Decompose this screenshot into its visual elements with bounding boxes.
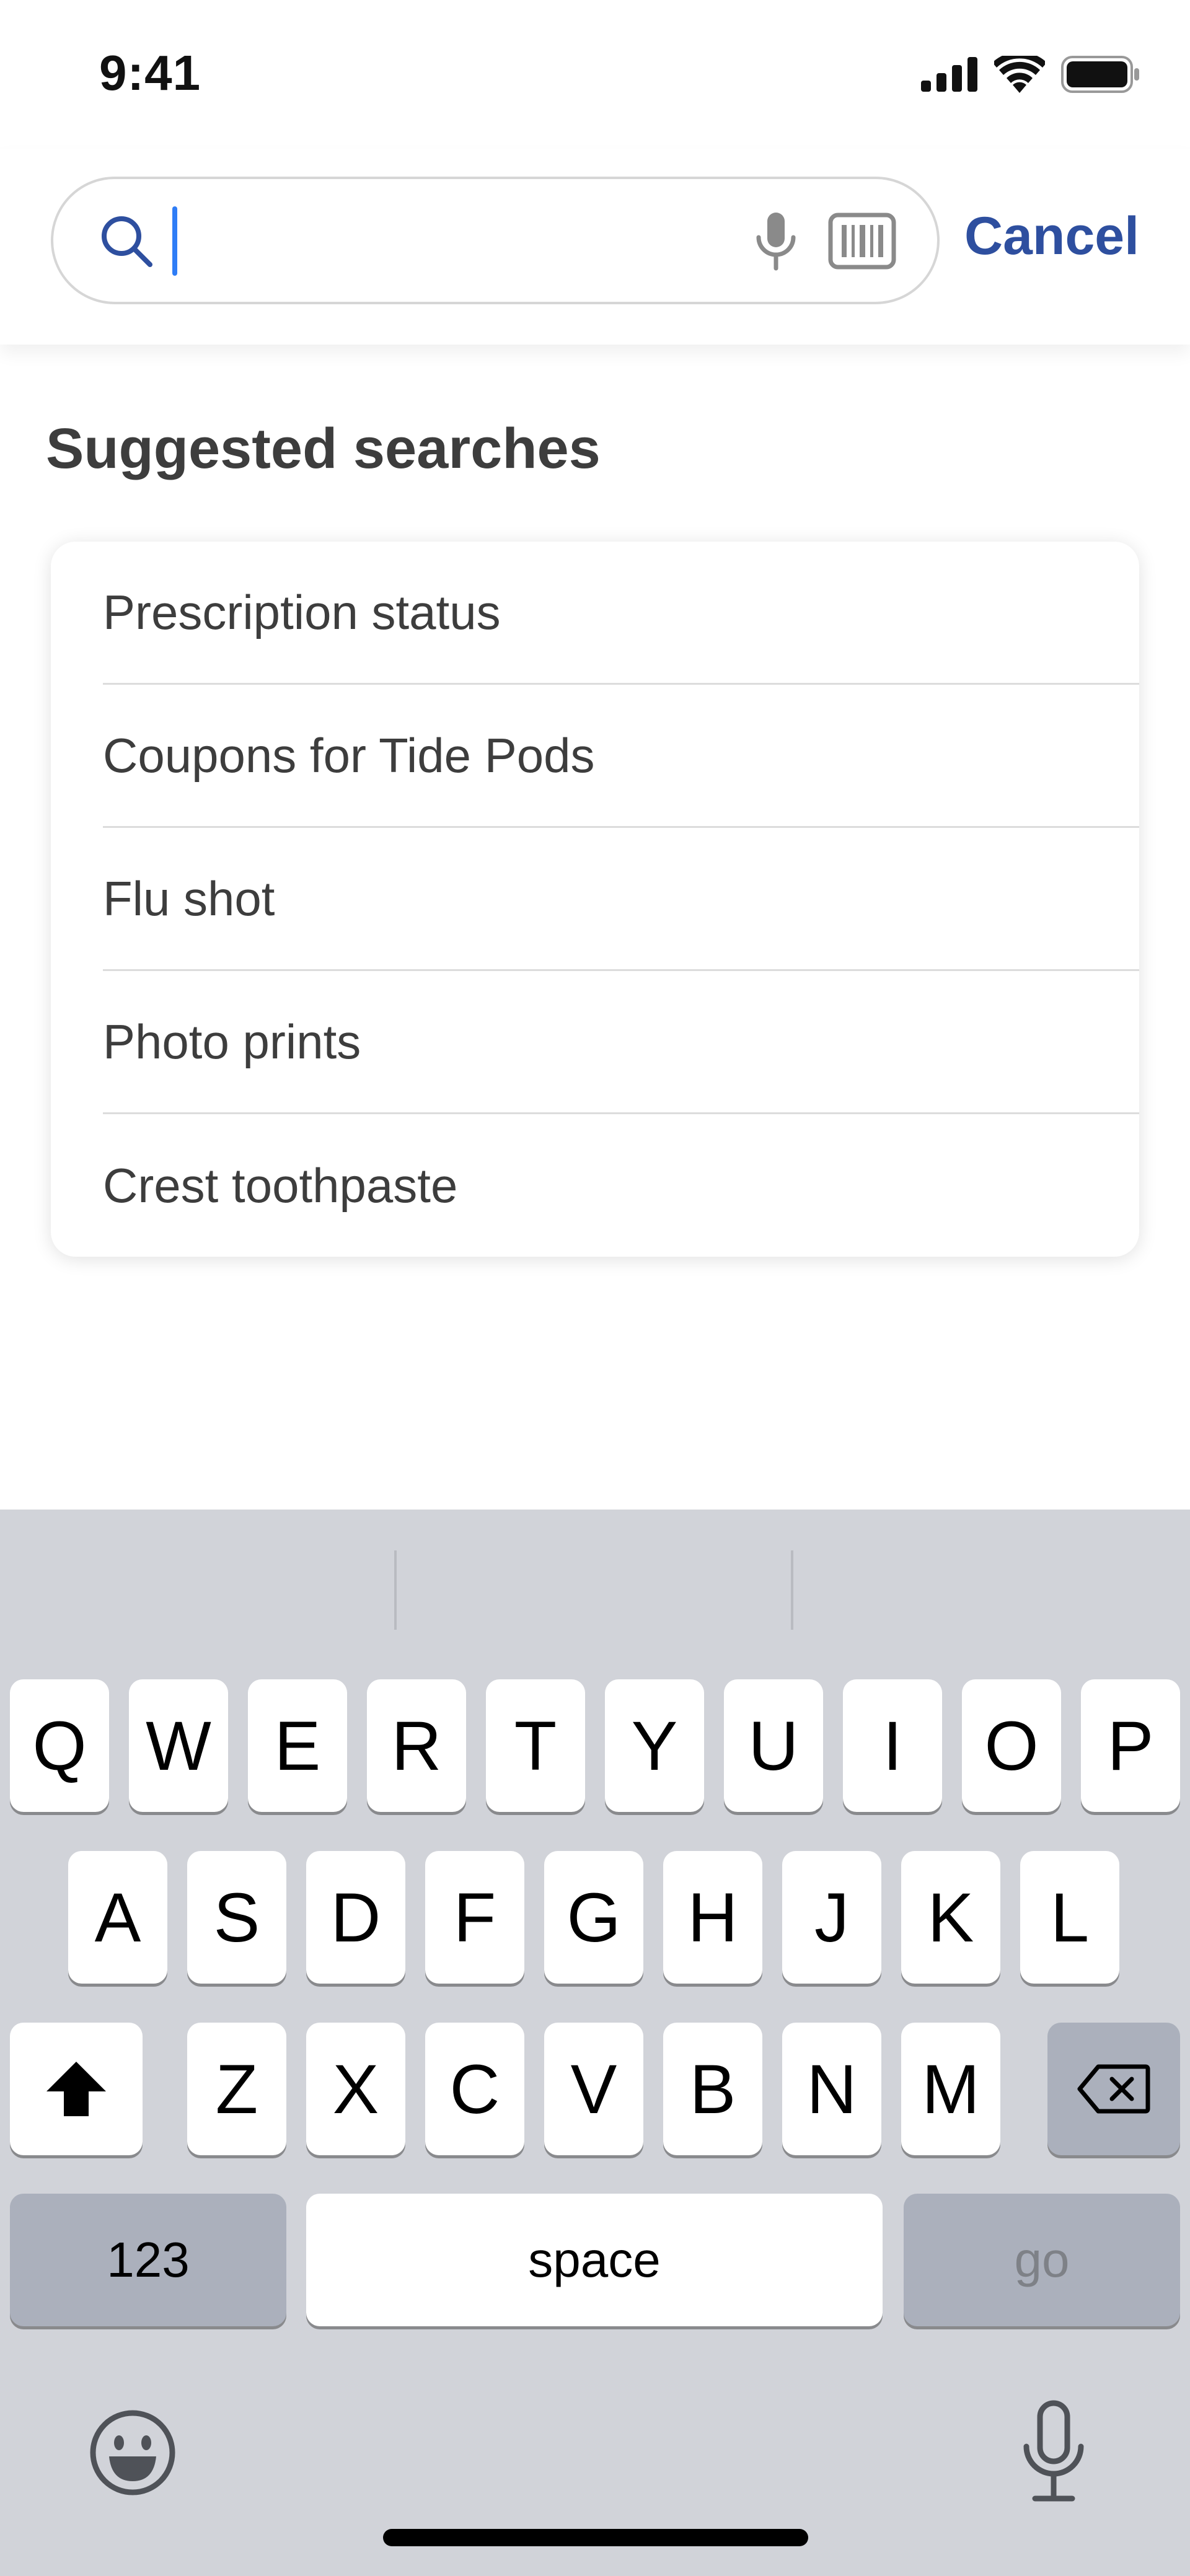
suggestion-item[interactable]: Prescription status bbox=[103, 542, 1139, 685]
key-o[interactable]: O bbox=[962, 1679, 1061, 1812]
dictation-icon[interactable] bbox=[1016, 2399, 1091, 2505]
key-p[interactable]: P bbox=[1081, 1679, 1180, 1812]
shift-icon bbox=[46, 2062, 106, 2116]
search-box[interactable] bbox=[51, 177, 940, 304]
numbers-key[interactable]: 123 bbox=[10, 2194, 286, 2326]
key-a[interactable]: A bbox=[68, 1851, 167, 1984]
key-q[interactable]: Q bbox=[10, 1679, 109, 1812]
key-y[interactable]: Y bbox=[605, 1679, 704, 1812]
key-j[interactable]: J bbox=[782, 1851, 881, 1984]
delete-key[interactable] bbox=[1047, 2023, 1180, 2155]
key-h[interactable]: H bbox=[663, 1851, 762, 1984]
status-bar: 9:41 bbox=[0, 0, 1190, 149]
key-v[interactable]: V bbox=[544, 2023, 643, 2155]
suggestion-item[interactable]: Coupons for Tide Pods bbox=[103, 685, 1139, 828]
key-n[interactable]: N bbox=[782, 2023, 881, 2155]
search-header: Cancel bbox=[0, 149, 1190, 345]
microphone-icon[interactable] bbox=[749, 210, 803, 272]
suggestions-card: Prescription status Coupons for Tide Pod… bbox=[51, 542, 1139, 1257]
text-caret bbox=[172, 206, 177, 276]
key-r[interactable]: R bbox=[367, 1679, 466, 1812]
cellular-signal-icon bbox=[921, 57, 977, 92]
keyboard: Q W E R T Y U I O P A S D F G H J K L Z … bbox=[0, 1510, 1190, 2576]
key-t[interactable]: T bbox=[486, 1679, 585, 1812]
key-s[interactable]: S bbox=[187, 1851, 286, 1984]
key-x[interactable]: X bbox=[306, 2023, 405, 2155]
home-indicator[interactable] bbox=[383, 2529, 808, 2546]
section-title: Suggested searches bbox=[46, 417, 601, 480]
key-c[interactable]: C bbox=[425, 2023, 524, 2155]
shift-key[interactable] bbox=[10, 2023, 143, 2155]
key-d[interactable]: D bbox=[306, 1851, 405, 1984]
status-icons bbox=[921, 56, 1140, 93]
battery-icon bbox=[1061, 56, 1139, 93]
key-g[interactable]: G bbox=[544, 1851, 643, 1984]
key-i[interactable]: I bbox=[843, 1679, 942, 1812]
prediction-divider bbox=[791, 1550, 793, 1630]
cancel-button[interactable]: Cancel bbox=[964, 206, 1139, 267]
suggestion-item[interactable]: Photo prints bbox=[103, 971, 1139, 1114]
key-z[interactable]: Z bbox=[187, 2023, 286, 2155]
key-k[interactable]: K bbox=[901, 1851, 1000, 1984]
key-m[interactable]: M bbox=[901, 2023, 1000, 2155]
suggestion-item[interactable]: Crest toothpaste bbox=[103, 1114, 1139, 1257]
key-l[interactable]: L bbox=[1020, 1851, 1119, 1984]
search-icon bbox=[102, 216, 152, 267]
prediction-divider bbox=[394, 1550, 397, 1630]
wifi-icon bbox=[994, 56, 1045, 93]
go-key[interactable]: go bbox=[904, 2194, 1180, 2326]
key-e[interactable]: E bbox=[248, 1679, 347, 1812]
status-time: 9:41 bbox=[99, 45, 201, 100]
delete-icon bbox=[1077, 2064, 1150, 2114]
key-w[interactable]: W bbox=[129, 1679, 228, 1812]
suggestion-item[interactable]: Flu shot bbox=[103, 828, 1139, 971]
emoji-icon[interactable] bbox=[88, 2408, 177, 2497]
key-f[interactable]: F bbox=[425, 1851, 524, 1984]
search-input[interactable] bbox=[170, 204, 765, 278]
key-b[interactable]: B bbox=[663, 2023, 762, 2155]
key-u[interactable]: U bbox=[724, 1679, 823, 1812]
barcode-scanner-icon[interactable] bbox=[828, 213, 896, 270]
space-key[interactable]: space bbox=[306, 2194, 883, 2326]
